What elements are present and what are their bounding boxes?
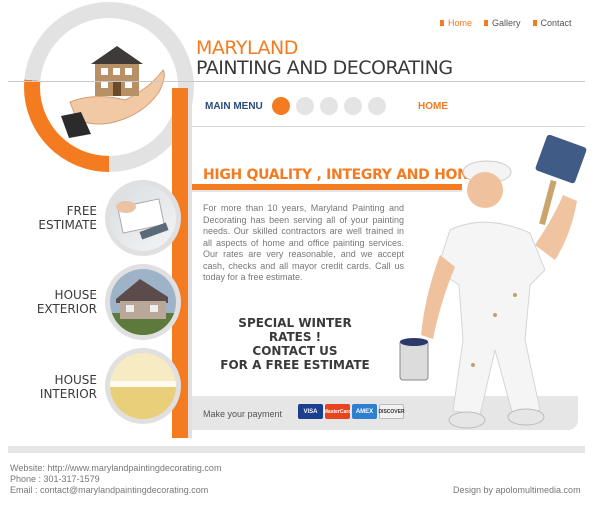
- menu-divider: [192, 126, 585, 127]
- house-in-hand-icon: [61, 46, 165, 138]
- menu-dot-2[interactable]: [296, 97, 314, 115]
- current-page-label[interactable]: HOME: [418, 101, 448, 112]
- brand-title: MARYLAND: [196, 37, 298, 59]
- top-nav: Home Gallery Contact: [440, 18, 572, 28]
- amex-card-icon: AMEX: [352, 404, 377, 419]
- menu-dot-3[interactable]: [320, 97, 338, 115]
- footer-credit[interactable]: Design by apolomultimedia.com: [453, 485, 581, 495]
- footer-phone: Phone : 301-317-1579: [10, 474, 100, 484]
- accent-bar-shadow: [188, 88, 192, 438]
- special-line-1: SPECIAL WINTER RATES !: [238, 316, 352, 344]
- payment-cards: VISA MasterCard AMEX DISCOVER: [298, 404, 405, 419]
- footer-contact: Website: http://www.marylandpaintingdeco…: [10, 463, 221, 496]
- menu-dot-5[interactable]: [368, 97, 386, 115]
- bullet-icon: [484, 20, 489, 26]
- menu-dots: [272, 97, 386, 115]
- footer-website[interactable]: Website: http://www.marylandpaintingdeco…: [10, 463, 221, 474]
- house-interior-label[interactable]: HOUSE INTERIOR: [40, 373, 97, 401]
- free-estimate-label[interactable]: FREE ESTIMATE: [38, 204, 97, 232]
- house-exterior-photo-icon[interactable]: [110, 269, 176, 335]
- header-divider: [8, 81, 585, 82]
- bullet-icon: [532, 20, 537, 26]
- menu-dot-4[interactable]: [344, 97, 362, 115]
- nav-gallery-link[interactable]: Gallery: [484, 18, 521, 28]
- special-line-2: CONTACT US: [252, 344, 338, 358]
- intro-text: For more than 10 years, Maryland Paintin…: [203, 203, 404, 282]
- mastercard-card-icon: MasterCard: [324, 404, 351, 419]
- footer-email[interactable]: Email : contact@marylandpaintingdecorati…: [10, 485, 221, 496]
- footer-divider: [8, 446, 585, 453]
- menu-dot-1[interactable]: [272, 97, 290, 115]
- nav-contact-link[interactable]: Contact: [532, 18, 572, 28]
- house-exterior-label[interactable]: HOUSE EXTERIOR: [37, 288, 97, 316]
- special-offer: SPECIAL WINTER RATES ! CONTACT US FOR A …: [215, 316, 375, 372]
- brand-subtitle: PAINTING AND DECORATING: [196, 57, 453, 79]
- house-interior-photo-icon[interactable]: [110, 353, 176, 419]
- special-line-3: FOR A FREE ESTIMATE: [220, 358, 370, 372]
- nav-home-link[interactable]: Home: [440, 18, 472, 28]
- main-menu-label: MAIN MENU: [205, 101, 263, 112]
- estimate-photo-icon[interactable]: [110, 185, 176, 251]
- payment-label: Make your payment: [203, 409, 283, 419]
- visa-card-icon: VISA: [298, 404, 323, 419]
- bullet-icon: [440, 20, 444, 26]
- painter-image: [399, 135, 587, 429]
